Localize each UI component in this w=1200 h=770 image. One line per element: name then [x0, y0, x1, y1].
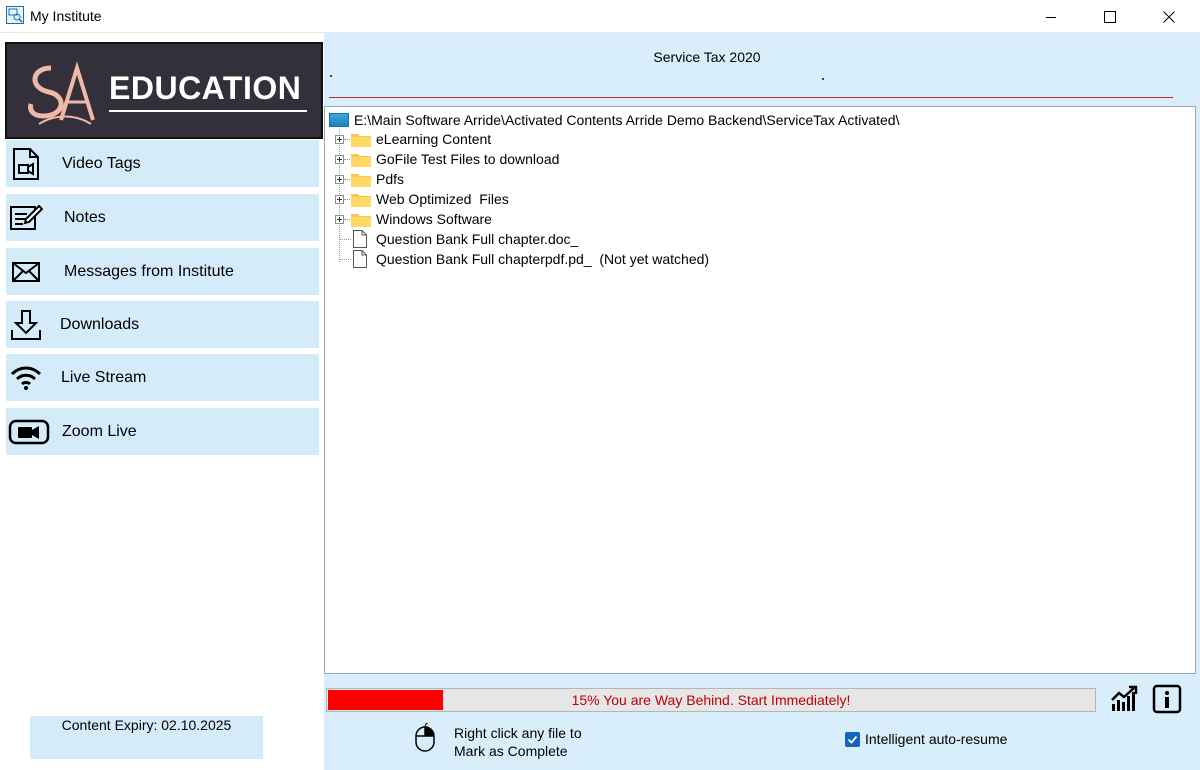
tree-root-label: E:\Main Software Arride\Activated Conten…: [354, 112, 900, 128]
auto-resume-label[interactable]: Intelligent auto-resume: [865, 731, 1007, 747]
folder-icon: [351, 173, 371, 187]
info-icon[interactable]: [1152, 684, 1182, 714]
minimize-button[interactable]: [1022, 0, 1080, 33]
nav-downloads[interactable]: Downloads: [6, 301, 319, 348]
tree-folder[interactable]: eLearning Content: [351, 129, 491, 149]
tree-file-label: Question Bank Full chapterpdf.pd_ (Not y…: [376, 251, 710, 267]
logo-monogram: [28, 61, 95, 125]
nav-video-tags[interactable]: Video Tags: [6, 140, 319, 187]
nav-notes[interactable]: Notes: [6, 194, 319, 241]
folder-icon: [351, 213, 371, 227]
tree-connector: [344, 219, 350, 220]
tree-folder[interactable]: Pdfs: [351, 169, 404, 189]
expand-toggle[interactable]: [335, 195, 344, 204]
tree-folder-label: GoFile Test Files to download: [376, 151, 560, 167]
wifi-icon: [6, 358, 46, 398]
tree-connector: [344, 199, 350, 200]
progress-text: 15% You are Way Behind. Start Immediatel…: [571, 692, 851, 708]
tree-file-label: Question Bank Full chapter.doc_: [376, 231, 579, 247]
envelope-icon: [6, 252, 46, 292]
progress-bar: 15% You are Way Behind. Start Immediatel…: [326, 688, 1096, 712]
logo: EDUCATION: [5, 42, 323, 139]
nav-messages[interactable]: Messages from Institute: [6, 248, 319, 295]
tree-file[interactable]: Question Bank Full chapterpdf.pd_ (Not y…: [353, 249, 709, 269]
right-click-hint: Right click any file to Mark as Complete: [454, 724, 582, 760]
nav-label: Zoom Live: [62, 422, 137, 440]
auto-resume-checkbox[interactable]: [845, 732, 860, 747]
tree-connector: [339, 239, 351, 240]
tree-folder[interactable]: Web Optimized Files: [351, 189, 509, 209]
mouse-icon: [415, 723, 435, 752]
nav-label: Messages from Institute: [64, 262, 234, 280]
expand-toggle[interactable]: [335, 135, 344, 144]
course-title: Service Tax 2020: [653, 49, 761, 65]
content-expiry: Content Expiry: 02.10.2025: [30, 716, 263, 759]
checkmark-icon: [847, 735, 858, 744]
title-separator: [329, 97, 1173, 98]
window-title: My Institute: [30, 8, 102, 24]
tree-file[interactable]: Question Bank Full chapter.doc_: [353, 229, 578, 249]
title-bar: My Institute: [0, 0, 1200, 33]
nav-live-stream[interactable]: Live Stream: [6, 354, 319, 401]
drive-icon: [329, 113, 349, 127]
folder-icon: [351, 153, 371, 167]
nav-label: Live Stream: [61, 368, 147, 386]
file-icon: [353, 250, 367, 268]
tree-folder[interactable]: Windows Software: [351, 209, 492, 229]
folder-icon: [351, 193, 371, 207]
separator-dot: [822, 78, 824, 80]
minimize-icon: [1046, 16, 1056, 18]
folder-icon: [351, 133, 371, 147]
video-camera-icon: [6, 412, 52, 452]
main-area: EDUCATION Video Tags Notes Messages from…: [0, 33, 1200, 770]
close-button[interactable]: [1140, 0, 1198, 33]
separator-dot: [330, 75, 332, 77]
tree-connector: [344, 159, 350, 160]
sidebar: EDUCATION Video Tags Notes Messages from…: [0, 33, 324, 770]
nav-zoom-live[interactable]: Zoom Live: [6, 408, 319, 455]
tree-folder-label: Pdfs: [376, 171, 405, 187]
close-icon: [1163, 10, 1175, 23]
maximize-icon: [1104, 10, 1116, 23]
nav-label: Downloads: [60, 315, 140, 333]
expand-toggle[interactable]: [335, 175, 344, 184]
file-tree[interactable]: E:\Main Software Arride\Activated Conten…: [324, 106, 1196, 674]
tree-connector: [344, 179, 350, 180]
tree-root[interactable]: E:\Main Software Arride\Activated Conten…: [329, 110, 899, 130]
content-panel: Service Tax 2020 E:\Main Software Arride…: [324, 33, 1200, 770]
expand-toggle[interactable]: [335, 215, 344, 224]
app-icon: [6, 6, 24, 24]
hint-line: Mark as Complete: [454, 743, 568, 759]
tree-connector: [344, 139, 350, 140]
video-file-icon: [6, 144, 46, 184]
logo-text: EDUCATION: [109, 70, 302, 106]
maximize-button[interactable]: [1081, 0, 1139, 33]
tree-connector: [339, 259, 351, 260]
chart-growth-icon[interactable]: [1110, 684, 1138, 712]
expand-toggle[interactable]: [335, 155, 344, 164]
download-icon: [6, 305, 46, 345]
nav-label: Video Tags: [62, 154, 141, 172]
logo-underline: [109, 110, 307, 112]
hint-line: Right click any file to: [454, 725, 582, 741]
tree-folder-label: Web Optimized Files: [376, 191, 509, 207]
tree-folder-label: eLearning Content: [376, 131, 492, 147]
file-icon: [353, 230, 367, 248]
tree-folder-label: Windows Software: [376, 211, 492, 227]
notes-pen-icon: [6, 198, 46, 238]
tree-folder[interactable]: GoFile Test Files to download: [351, 149, 559, 169]
nav-label: Notes: [64, 208, 106, 226]
